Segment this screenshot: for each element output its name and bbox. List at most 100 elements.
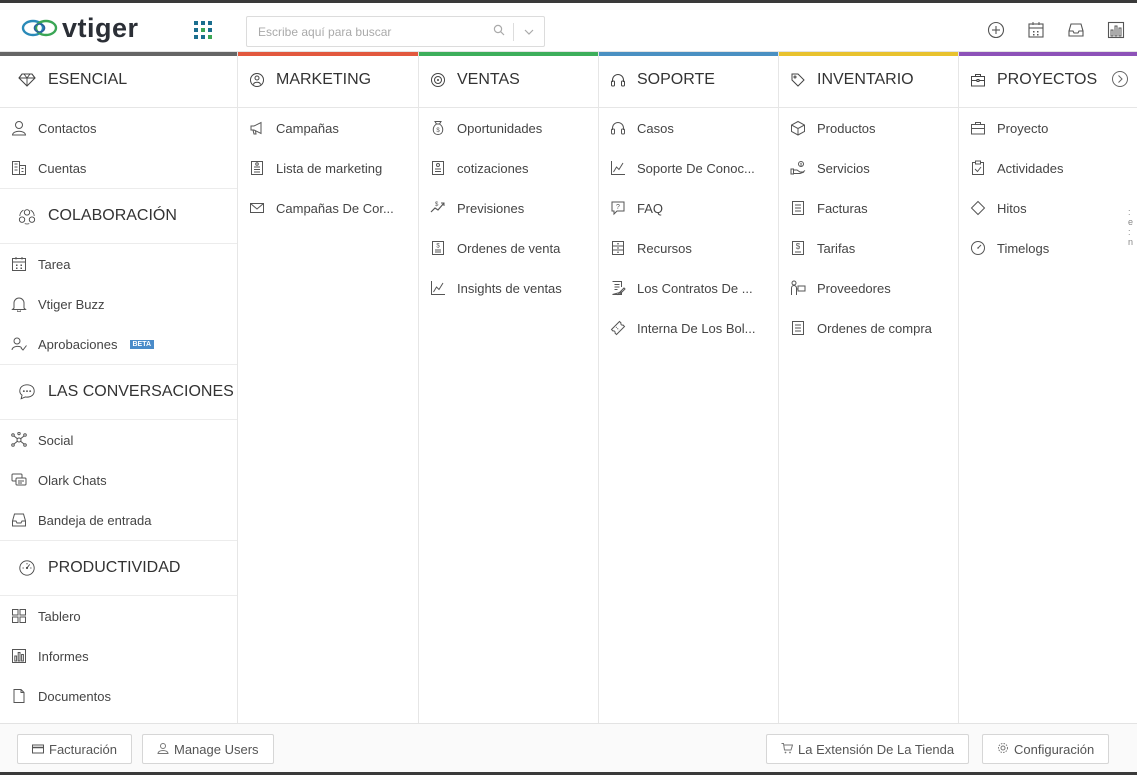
briefcase-icon	[969, 71, 987, 89]
money-bag-icon: $	[429, 119, 447, 137]
menu-item-facturas[interactable]: Facturas	[779, 188, 958, 228]
manage-users-label: Manage Users	[174, 741, 259, 757]
knowledge-base-icon	[609, 159, 627, 177]
purchase-order-icon	[789, 319, 807, 337]
menu-item-label: Informes	[38, 648, 89, 664]
menu-item-actividades[interactable]: Actividades	[959, 148, 1137, 188]
store-extension-button[interactable]: La Extensión De La Tienda	[766, 734, 970, 764]
menu-item-insights-de-ventas[interactable]: Insights de ventas	[419, 268, 598, 308]
ticket-icon	[609, 319, 627, 337]
menu-item-lista-de-marketing[interactable]: Lista de marketing	[238, 148, 418, 188]
resources-icon	[609, 239, 627, 257]
menu-item-proveedores[interactable]: Proveedores	[779, 268, 958, 308]
menu-item-campanas[interactable]: Campañas	[238, 108, 418, 148]
menu-item-cuentas[interactable]: Cuentas	[0, 148, 237, 188]
menu-item-timelogs[interactable]: Timelogs	[959, 228, 1137, 268]
user-icon	[157, 742, 169, 757]
menu-item-label: cotizaciones	[457, 160, 529, 176]
menu-item-ordenes-de-compra[interactable]: Ordenes de compra	[779, 308, 958, 348]
menu-item-social[interactable]: Social	[0, 420, 237, 460]
section-sales: VENTAS	[419, 52, 598, 108]
reports-icon[interactable]	[1105, 19, 1127, 41]
menu-item-soporte-de-conocimiento[interactable]: Soporte De Conoc...	[599, 148, 778, 188]
menu-item-informes[interactable]: Informes	[0, 636, 237, 676]
service-hand-icon: $	[789, 159, 807, 177]
envelope-icon	[248, 199, 266, 217]
contract-icon	[609, 279, 627, 297]
section-title: INVENTARIO	[817, 70, 914, 88]
menu-item-label: Tablero	[38, 608, 81, 624]
menu-item-ordenes-de-venta[interactable]: $ Ordenes de venta	[419, 228, 598, 268]
menu-item-faq[interactable]: ? FAQ	[599, 188, 778, 228]
beta-badge: BETA	[129, 339, 155, 349]
menu-item-label: Oportunidades	[457, 120, 543, 136]
marketing-icon	[248, 71, 266, 89]
section-title: COLABORACIÓN	[48, 207, 177, 224]
menu-item-olark-chats[interactable]: Olark Chats	[0, 460, 237, 500]
settings-label: Configuración	[1014, 741, 1095, 757]
price-book-icon: $	[789, 239, 807, 257]
menu-item-documentos[interactable]: Documentos	[0, 676, 237, 716]
menu-item-label: Ordenes de compra	[817, 320, 932, 336]
svg-text:$: $	[796, 242, 801, 251]
section-projects: PROYECTOS	[959, 52, 1137, 108]
menu-item-cotizaciones[interactable]: cotizaciones	[419, 148, 598, 188]
menu-item-label: Tarifas	[817, 240, 856, 256]
menu-item-casos[interactable]: Casos	[599, 108, 778, 148]
menu-item-label: Insights de ventas	[457, 280, 562, 296]
menu-item-label: Interna De Los Bol...	[637, 320, 756, 336]
section-inventory: INVENTARIO	[779, 52, 958, 108]
invoice-icon	[789, 199, 807, 217]
menu-item-servicios[interactable]: $ Servicios	[779, 148, 958, 188]
column-essential: ESENCIAL Contactos Cuentas COLABORACIÓN …	[0, 52, 238, 723]
gauge-icon	[18, 559, 36, 577]
chevron-down-icon[interactable]	[514, 23, 544, 41]
quote-icon	[429, 159, 447, 177]
forecast-icon: $	[429, 199, 447, 217]
menu-item-oportunidades[interactable]: $ Oportunidades	[419, 108, 598, 148]
menu-item-productos[interactable]: Productos	[779, 108, 958, 148]
menu-item-label: Soporte De Conoc...	[637, 160, 755, 176]
menu-item-bandeja-de-entrada[interactable]: Bandeja de entrada	[0, 500, 237, 540]
scroll-right-icon[interactable]	[1111, 70, 1129, 88]
settings-button[interactable]: Configuración	[982, 734, 1110, 764]
menu-item-contactos[interactable]: Contactos	[0, 108, 237, 148]
column-marketing: MARKETING Campañas Lista de marketing Ca…	[238, 52, 419, 723]
menu-item-hitos[interactable]: Hitos	[959, 188, 1137, 228]
menu-item-tablero[interactable]: Tablero	[0, 596, 237, 636]
section-title: LAS CONVERSACIONES	[48, 383, 234, 400]
manage-users-button[interactable]: Manage Users	[142, 734, 274, 764]
dashboard-icon	[10, 607, 28, 625]
app-menu-grid-icon[interactable]	[194, 21, 212, 39]
billing-label: Facturación	[49, 741, 117, 757]
clipboard-check-icon	[969, 159, 987, 177]
menu-item-label: Proveedores	[817, 280, 891, 296]
menu-item-vtiger-buzz[interactable]: Vtiger Buzz	[0, 284, 237, 324]
menu-item-campanas-de-correo[interactable]: Campañas De Cor...	[238, 188, 418, 228]
search-icon[interactable]	[485, 23, 513, 41]
menu-item-tarifas[interactable]: $ Tarifas	[779, 228, 958, 268]
search-input[interactable]	[247, 17, 485, 46]
menu-item-proyecto[interactable]: Proyecto	[959, 108, 1137, 148]
section-title: PROYECTOS	[997, 70, 1098, 88]
menu-item-label: Actividades	[997, 160, 1064, 176]
menu-item-label: Cuentas	[38, 160, 87, 176]
menu-item-interna-de-los-boletos[interactable]: Interna De Los Bol...	[599, 308, 778, 348]
menu-item-label: Hitos	[997, 200, 1027, 216]
inbox-icon	[10, 511, 28, 529]
menu-item-los-contratos[interactable]: Los Contratos De ...	[599, 268, 778, 308]
vtiger-logo[interactable]: vtiger	[20, 13, 139, 43]
document-icon	[10, 687, 28, 705]
inbox-icon[interactable]	[1065, 19, 1087, 41]
menu-item-previsiones[interactable]: $ Previsiones	[419, 188, 598, 228]
menu-item-label: Tarea	[38, 256, 71, 272]
menu-item-tarea[interactable]: Tarea	[0, 244, 237, 284]
menu-item-aprobaciones[interactable]: Aprobaciones BETA	[0, 324, 237, 364]
svg-text:?: ?	[616, 204, 620, 211]
svg-text:$: $	[436, 244, 440, 250]
calendar-icon[interactable]	[1025, 19, 1047, 41]
billing-button[interactable]: Facturación	[17, 734, 132, 764]
add-icon[interactable]	[985, 19, 1007, 41]
menu-item-recursos[interactable]: Recursos	[599, 228, 778, 268]
insights-chart-icon	[429, 279, 447, 297]
